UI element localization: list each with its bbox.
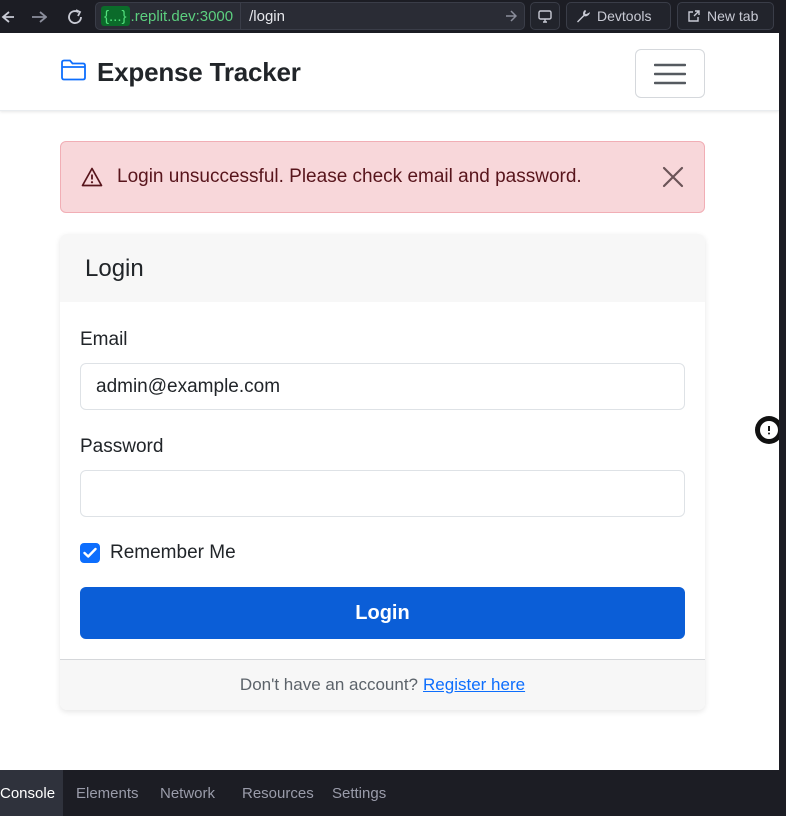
tab-elements-label: Elements bbox=[76, 784, 139, 802]
footer-text: Don't have an account? bbox=[239, 675, 419, 694]
register-link[interactable]: Register here bbox=[423, 675, 525, 695]
reload-icon[interactable] bbox=[62, 4, 88, 30]
tab-settings-label: Settings bbox=[332, 784, 387, 802]
browser-toolbar: {...} .replit.dev:3000 /login Devtools N… bbox=[0, 0, 786, 33]
forward-arrow-icon[interactable] bbox=[26, 4, 52, 30]
external-link-icon bbox=[688, 9, 700, 22]
card-header: Login bbox=[60, 234, 705, 302]
url-chip: {...} bbox=[101, 6, 130, 26]
warning-icon bbox=[81, 166, 103, 188]
card-title: Login bbox=[85, 255, 144, 282]
url-divider bbox=[240, 2, 242, 30]
tab-resources[interactable]: Resources bbox=[229, 770, 320, 816]
tab-console-label: Console bbox=[0, 784, 56, 802]
navbar-toggler-button[interactable] bbox=[635, 49, 705, 98]
tab-network-label: Network bbox=[160, 784, 216, 802]
tab-elements[interactable]: Elements bbox=[63, 770, 148, 816]
login-button[interactable]: Login bbox=[80, 587, 685, 639]
password-label: Password bbox=[80, 436, 164, 457]
tab-console[interactable]: Console bbox=[0, 770, 63, 816]
login-card: Login Email Password Remember Me Login D… bbox=[60, 234, 705, 710]
window-edge bbox=[779, 33, 786, 770]
brand-title: Expense Tracker bbox=[97, 57, 301, 87]
url-host: .replit.dev:3000 bbox=[130, 7, 234, 25]
devtools-button[interactable]: Devtools bbox=[566, 2, 671, 30]
remember-me-row[interactable]: Remember Me bbox=[80, 542, 236, 564]
checkmark-icon bbox=[83, 547, 97, 558]
close-icon[interactable] bbox=[660, 164, 686, 190]
back-arrow-icon[interactable] bbox=[0, 4, 14, 30]
remember-me-label: Remember Me bbox=[110, 542, 236, 563]
screen-icon-button[interactable] bbox=[530, 2, 560, 30]
go-arrow-icon[interactable] bbox=[498, 10, 524, 22]
monitor-icon bbox=[538, 9, 552, 23]
hamburger-icon bbox=[654, 63, 686, 84]
new-tab-label: New tab bbox=[707, 8, 759, 24]
tab-resources-label: Resources bbox=[242, 784, 314, 802]
tab-network[interactable]: Network bbox=[148, 770, 229, 816]
email-field[interactable] bbox=[80, 363, 685, 410]
new-tab-button[interactable]: New tab bbox=[677, 2, 774, 30]
email-label: Email bbox=[80, 329, 128, 350]
folder-icon bbox=[60, 59, 87, 86]
navbar: Expense Tracker bbox=[0, 33, 779, 111]
alert-circle-icon bbox=[760, 421, 778, 439]
remember-me-checkbox[interactable] bbox=[80, 543, 100, 563]
wrench-icon bbox=[577, 9, 590, 23]
url-path[interactable]: /login bbox=[249, 8, 498, 25]
alert-message: Login unsuccessful. Please check email a… bbox=[117, 166, 582, 187]
devtools-tabbar: Console Elements Network Resources Setti… bbox=[0, 770, 786, 816]
password-field[interactable] bbox=[80, 470, 685, 517]
tab-settings[interactable]: Settings bbox=[320, 770, 400, 816]
brand[interactable]: Expense Tracker bbox=[60, 57, 301, 88]
app-viewport: Expense Tracker Login unsuccessful. Plea… bbox=[0, 33, 783, 770]
card-footer: Don't have an account? Register here bbox=[60, 659, 705, 710]
url-bar[interactable]: {...} .replit.dev:3000 /login bbox=[95, 2, 525, 30]
devtools-label: Devtools bbox=[597, 8, 652, 24]
error-alert: Login unsuccessful. Please check email a… bbox=[60, 141, 705, 213]
